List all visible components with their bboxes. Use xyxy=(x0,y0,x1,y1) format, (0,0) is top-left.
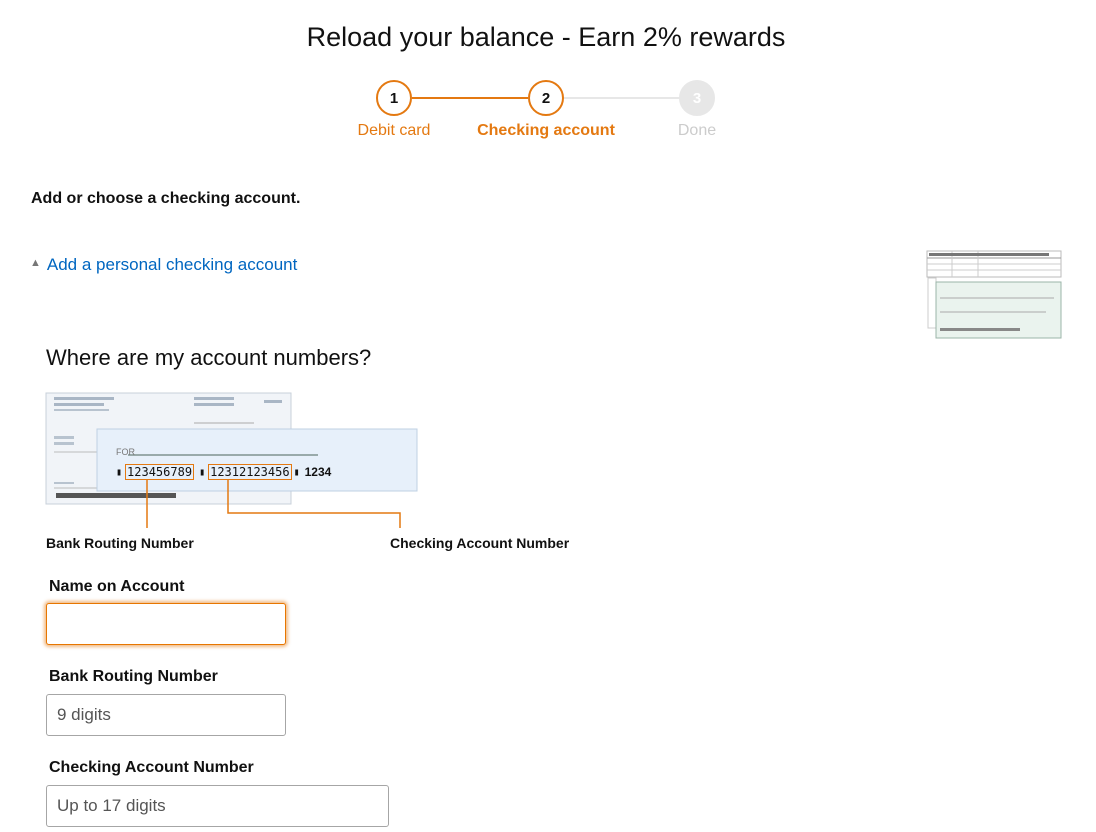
micr-on-us-symbol: ▮ xyxy=(293,466,300,478)
check-number-text: 1234 xyxy=(304,465,332,479)
check-memo-label: FOR xyxy=(116,447,135,457)
routing-number-caption: Bank Routing Number xyxy=(46,535,194,551)
micr-line: ▮ 123456789 ▮ 12312123456 ▮ 1234 xyxy=(116,463,331,481)
step-3-circle: 3 xyxy=(679,80,715,116)
check-thumbnail-image xyxy=(926,250,1062,339)
routing-number-highlight: 123456789 xyxy=(125,464,195,480)
account-number-input[interactable] xyxy=(46,785,389,827)
routing-number-input[interactable] xyxy=(46,694,286,736)
micr-transit-symbol: ▮ xyxy=(199,466,206,478)
step-connector-upcoming xyxy=(564,97,680,99)
step-1-circle: 1 xyxy=(376,80,412,116)
account-number-highlight: 12312123456 xyxy=(208,464,292,480)
account-number-caption: Checking Account Number xyxy=(390,535,570,551)
expand-icon: ▲ xyxy=(30,257,41,269)
step-2-circle: 2 xyxy=(528,80,564,116)
section-heading: Add or choose a checking account. xyxy=(31,190,301,207)
add-checking-account-link-label: Add a personal checking account xyxy=(46,255,298,274)
step-1-label: Debit card xyxy=(357,122,431,139)
callout-lines xyxy=(146,480,401,528)
name-on-account-input[interactable] xyxy=(46,603,286,645)
account-number-label: Checking Account Number xyxy=(49,759,254,776)
account-numbers-help-heading: Where are my account numbers? xyxy=(46,345,372,370)
name-on-account-label: Name on Account xyxy=(49,578,185,595)
add-checking-account-link[interactable]: ▲ Add a personal checking account xyxy=(30,255,297,275)
step-connector-completed xyxy=(412,97,528,99)
page-title: Reload your balance - Earn 2% rewards xyxy=(306,22,786,52)
step-3-label: Done xyxy=(677,122,717,139)
routing-number-label: Bank Routing Number xyxy=(49,668,218,685)
step-2-label: Checking account xyxy=(477,122,615,139)
micr-transit-symbol: ▮ xyxy=(116,466,123,478)
